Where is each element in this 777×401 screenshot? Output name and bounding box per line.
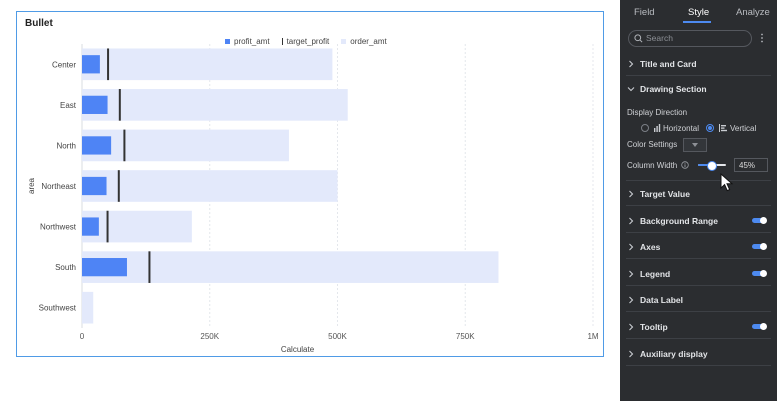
divider (626, 311, 771, 313)
bar-profit-amt (82, 136, 112, 155)
section-label: Background Range (640, 215, 718, 226)
y-tick-label: East (60, 101, 77, 110)
section-label: Target Value (640, 189, 690, 199)
mouse-cursor-icon (720, 173, 734, 192)
y-tick-label: Southwest (39, 304, 77, 313)
divider (626, 284, 771, 286)
chart-card[interactable]: Bullet profit_amt target_profit order_am… (16, 11, 604, 357)
chevron-right-icon (629, 350, 634, 357)
bullet-chart: 0 250K 500K 750K 1M Center East North Northeast N… (27, 44, 599, 354)
y-axis-title: area (27, 177, 36, 194)
y-tick-label: Center (52, 60, 76, 69)
divider (626, 338, 771, 339)
section-toggle[interactable] (752, 323, 767, 330)
chevron-right-icon (629, 270, 634, 278)
chevron-right-icon (629, 323, 634, 331)
section-toggle[interactable] (752, 216, 767, 224)
column-width-label: Column Width (627, 161, 678, 170)
search-icon (634, 34, 643, 43)
section-title-and-card[interactable]: Title and Card (620, 52, 777, 76)
x-tick-label: 1M (587, 332, 598, 341)
bar-profit-amt (82, 258, 127, 277)
panel-tabs: Field Style Analyze (620, 0, 777, 24)
section-tooltip[interactable]: Tooltip (620, 315, 777, 339)
tab-style[interactable]: Style (688, 7, 709, 18)
divider (626, 180, 771, 181)
divider (626, 364, 771, 366)
bar-profit-amt (82, 55, 100, 74)
divider (626, 75, 771, 76)
bar-profit-amt (82, 95, 108, 114)
bar-order-amt (82, 251, 499, 283)
section-auxiliary-display[interactable]: Auxiliary display (620, 342, 777, 366)
chevron-down-icon (627, 87, 635, 92)
bar-profit-amt (82, 217, 99, 236)
column-width-slider-handle[interactable] (706, 161, 717, 171)
x-axis-title: Calculate (281, 345, 315, 354)
section-toggle[interactable] (752, 269, 767, 277)
bar-order-amt (82, 48, 333, 81)
bar-order-amt (82, 291, 94, 324)
section-drawing[interactable]: Drawing Section (620, 77, 777, 101)
tab-field[interactable]: Field (634, 7, 655, 18)
section-toggle[interactable] (752, 243, 767, 251)
x-tick-label: 250K (200, 332, 219, 341)
search-input[interactable] (646, 32, 746, 44)
y-tick-label: Northwest (40, 223, 77, 232)
divider (626, 205, 771, 206)
y-tick-label: South (55, 263, 76, 272)
chevron-right-icon (629, 190, 634, 198)
divider (626, 231, 771, 233)
radio-horizontal[interactable] (641, 124, 649, 132)
horizontal-label[interactable]: Horizontal (663, 124, 699, 133)
y-tick-label: Northeast (41, 182, 76, 191)
properties-panel: Field Style Analyze Title and Card Drawi… (620, 0, 777, 401)
bar-profit-amt (82, 176, 107, 196)
y-tick-label: North (56, 141, 76, 150)
x-tick-label: 750K (456, 332, 475, 341)
section-label: Auxiliary display (640, 348, 708, 359)
horizontal-bars-icon (654, 124, 661, 132)
section-label: Title and Card (640, 59, 697, 69)
x-tick-label: 0 (80, 332, 85, 341)
section-label: Drawing Section (640, 84, 707, 94)
x-tick-label: 500K (328, 332, 347, 341)
chevron-right-icon (629, 60, 634, 68)
section-data-label[interactable]: Data Label (620, 288, 777, 313)
more-options-icon[interactable] (760, 33, 764, 43)
section-axes[interactable]: Axes (620, 235, 777, 260)
section-label: Data Label (640, 295, 683, 306)
bar-order-amt (82, 129, 289, 162)
info-icon[interactable] (681, 161, 689, 169)
section-label: Legend (640, 268, 671, 279)
tab-analyze[interactable]: Analyze (736, 7, 770, 18)
column-width-input[interactable] (734, 158, 768, 172)
section-target-value[interactable]: Target Value (620, 182, 777, 206)
section-legend[interactable]: Legend (620, 262, 777, 286)
section-background-range[interactable]: Background Range (620, 209, 777, 233)
chevron-right-icon (629, 243, 634, 251)
section-label: Tooltip (640, 322, 668, 332)
divider (626, 258, 771, 260)
color-settings-dropdown[interactable] (683, 138, 707, 152)
bar-order-amt (82, 89, 348, 121)
section-label: Axes (640, 242, 661, 253)
color-settings-label: Color Settings (627, 140, 678, 149)
report-canvas: Bullet profit_amt target_profit order_am… (0, 0, 620, 401)
radio-vertical[interactable] (706, 124, 714, 132)
vertical-bars-icon (719, 124, 727, 132)
search-box (628, 30, 752, 47)
vertical-label[interactable]: Vertical (730, 124, 756, 133)
display-direction-label: Display Direction (627, 108, 688, 117)
bar-order-amt (82, 170, 338, 202)
chevron-right-icon (629, 217, 634, 224)
chevron-right-icon (629, 297, 634, 304)
tab-active-indicator (683, 21, 711, 23)
